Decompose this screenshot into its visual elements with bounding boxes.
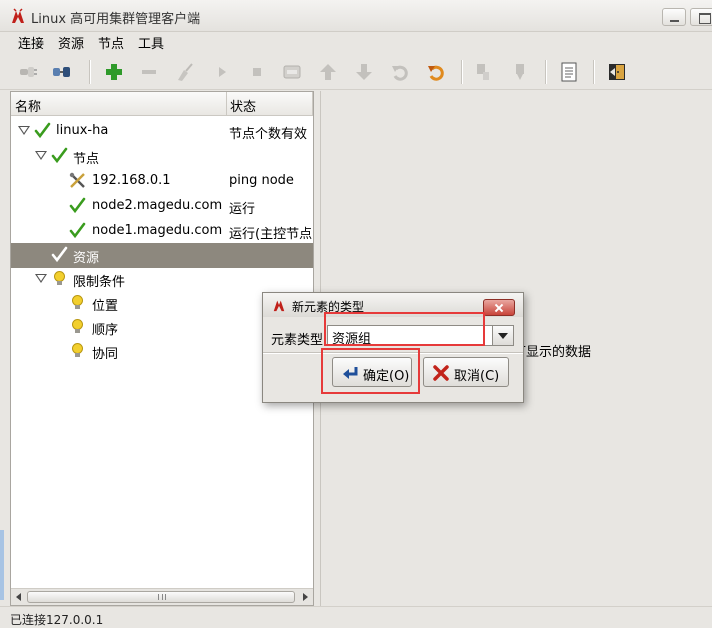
tree-row-cluster[interactable]: linux-ha 节点个数有效 (11, 119, 313, 144)
tree-label: 192.168.0.1 (92, 173, 171, 188)
lightbulb-icon (51, 270, 68, 287)
scroll-right-icon[interactable] (298, 590, 311, 604)
app-logo-icon (272, 298, 286, 312)
expander-open-icon[interactable] (35, 151, 47, 160)
annotation-box-combo (324, 312, 485, 346)
close-icon[interactable] (483, 299, 515, 316)
cleanup-icon[interactable] (174, 62, 194, 82)
tree-status: 节点个数有效 (229, 127, 308, 142)
menu-tools[interactable]: 工具 (138, 33, 164, 52)
tree-label: 限制条件 (73, 275, 126, 290)
toolbar-separator (545, 60, 547, 84)
toolbar-separator (593, 60, 595, 84)
menu-bar: 连接 资源 节点 工具 (0, 32, 712, 52)
check-icon (69, 222, 86, 239)
minimize-button[interactable] (662, 8, 686, 26)
expander-open-icon[interactable] (35, 274, 47, 283)
edit-icon[interactable] (282, 62, 302, 82)
connect-icon[interactable] (18, 62, 38, 82)
tree-label: 资源 (73, 251, 100, 266)
check-icon (51, 147, 68, 164)
column-header-status[interactable]: 状态 (227, 92, 313, 116)
lightbulb-icon (69, 294, 86, 311)
scroll-left-icon[interactable] (13, 590, 26, 604)
stop-icon[interactable] (247, 62, 267, 82)
cancel-icon (432, 364, 450, 382)
toolbar (0, 54, 712, 90)
scrollbar-thumb[interactable] (27, 591, 295, 603)
connection-status: 已连接127.0.0.1 (10, 613, 104, 627)
tree-status: 运行(主控节点 (229, 227, 313, 242)
tree-row-nodes[interactable]: 节点 (11, 144, 313, 169)
move-down-icon[interactable] (354, 62, 374, 82)
start-icon[interactable] (212, 62, 232, 82)
menu-connect[interactable]: 连接 (18, 33, 44, 52)
app-logo-icon (10, 8, 26, 24)
menu-resources[interactable]: 资源 (58, 33, 84, 52)
tree-row-node2[interactable]: node2.magedu.com 运行 (11, 194, 313, 219)
tree-label: node2.magedu.com (92, 198, 223, 213)
check-icon (34, 122, 51, 139)
status-bar: 已连接127.0.0.1 (0, 606, 712, 628)
column-header-name[interactable]: 名称 (11, 92, 227, 116)
horizontal-scrollbar[interactable] (11, 588, 313, 605)
lightbulb-icon (69, 342, 86, 359)
tools-icon (69, 172, 86, 189)
check-icon (51, 246, 68, 263)
redo-icon[interactable] (426, 62, 446, 82)
disconnect-icon[interactable] (52, 62, 72, 82)
tree-row-node1[interactable]: node1.magedu.com 运行(主控节点 (11, 219, 313, 244)
undo-icon[interactable] (390, 62, 410, 82)
element-type-label: 元素类型 (271, 333, 324, 348)
toolbar-separator (461, 60, 463, 84)
document-icon[interactable] (559, 62, 579, 82)
node-standby-icon[interactable] (474, 62, 494, 82)
tree-row-constraints[interactable]: 限制条件 (11, 267, 313, 292)
check-icon (69, 197, 86, 214)
no-data-message: 可显示的数据 (513, 345, 592, 360)
cancel-label: 取消(C) (454, 369, 500, 384)
tree-label: node1.magedu.com (92, 223, 223, 238)
annotation-box-ok (321, 348, 420, 394)
add-icon[interactable] (104, 62, 124, 82)
move-up-icon[interactable] (318, 62, 338, 82)
lightbulb-icon (69, 318, 86, 335)
maximize-button[interactable] (690, 8, 712, 26)
tree-row-resources[interactable]: 资源 (11, 243, 313, 268)
remove-icon[interactable] (139, 62, 159, 82)
window-edge (0, 530, 4, 600)
tree-label: 节点 (73, 152, 100, 167)
menu-nodes[interactable]: 节点 (98, 33, 124, 52)
expander-open-icon[interactable] (18, 126, 30, 135)
tree-label: linux-ha (56, 123, 109, 138)
cancel-button[interactable]: 取消(C) (423, 357, 509, 387)
grip-icon (158, 594, 166, 600)
tree-status: 运行 (229, 202, 256, 217)
title-bar: Linux 高可用集群管理客户端 (0, 0, 712, 32)
tree-label: 协同 (92, 347, 119, 362)
window-title: Linux 高可用集群管理客户端 (31, 12, 201, 27)
toolbar-separator (89, 60, 91, 84)
chevron-down-icon[interactable] (492, 325, 514, 346)
tree-label: 顺序 (92, 323, 119, 338)
tree-label: 位置 (92, 299, 119, 314)
exit-icon[interactable] (607, 62, 627, 82)
tree-row-ping-node[interactable]: 192.168.0.1 ping node (11, 169, 313, 194)
tree-status: ping node (229, 173, 294, 188)
node-active-icon[interactable] (510, 62, 530, 82)
